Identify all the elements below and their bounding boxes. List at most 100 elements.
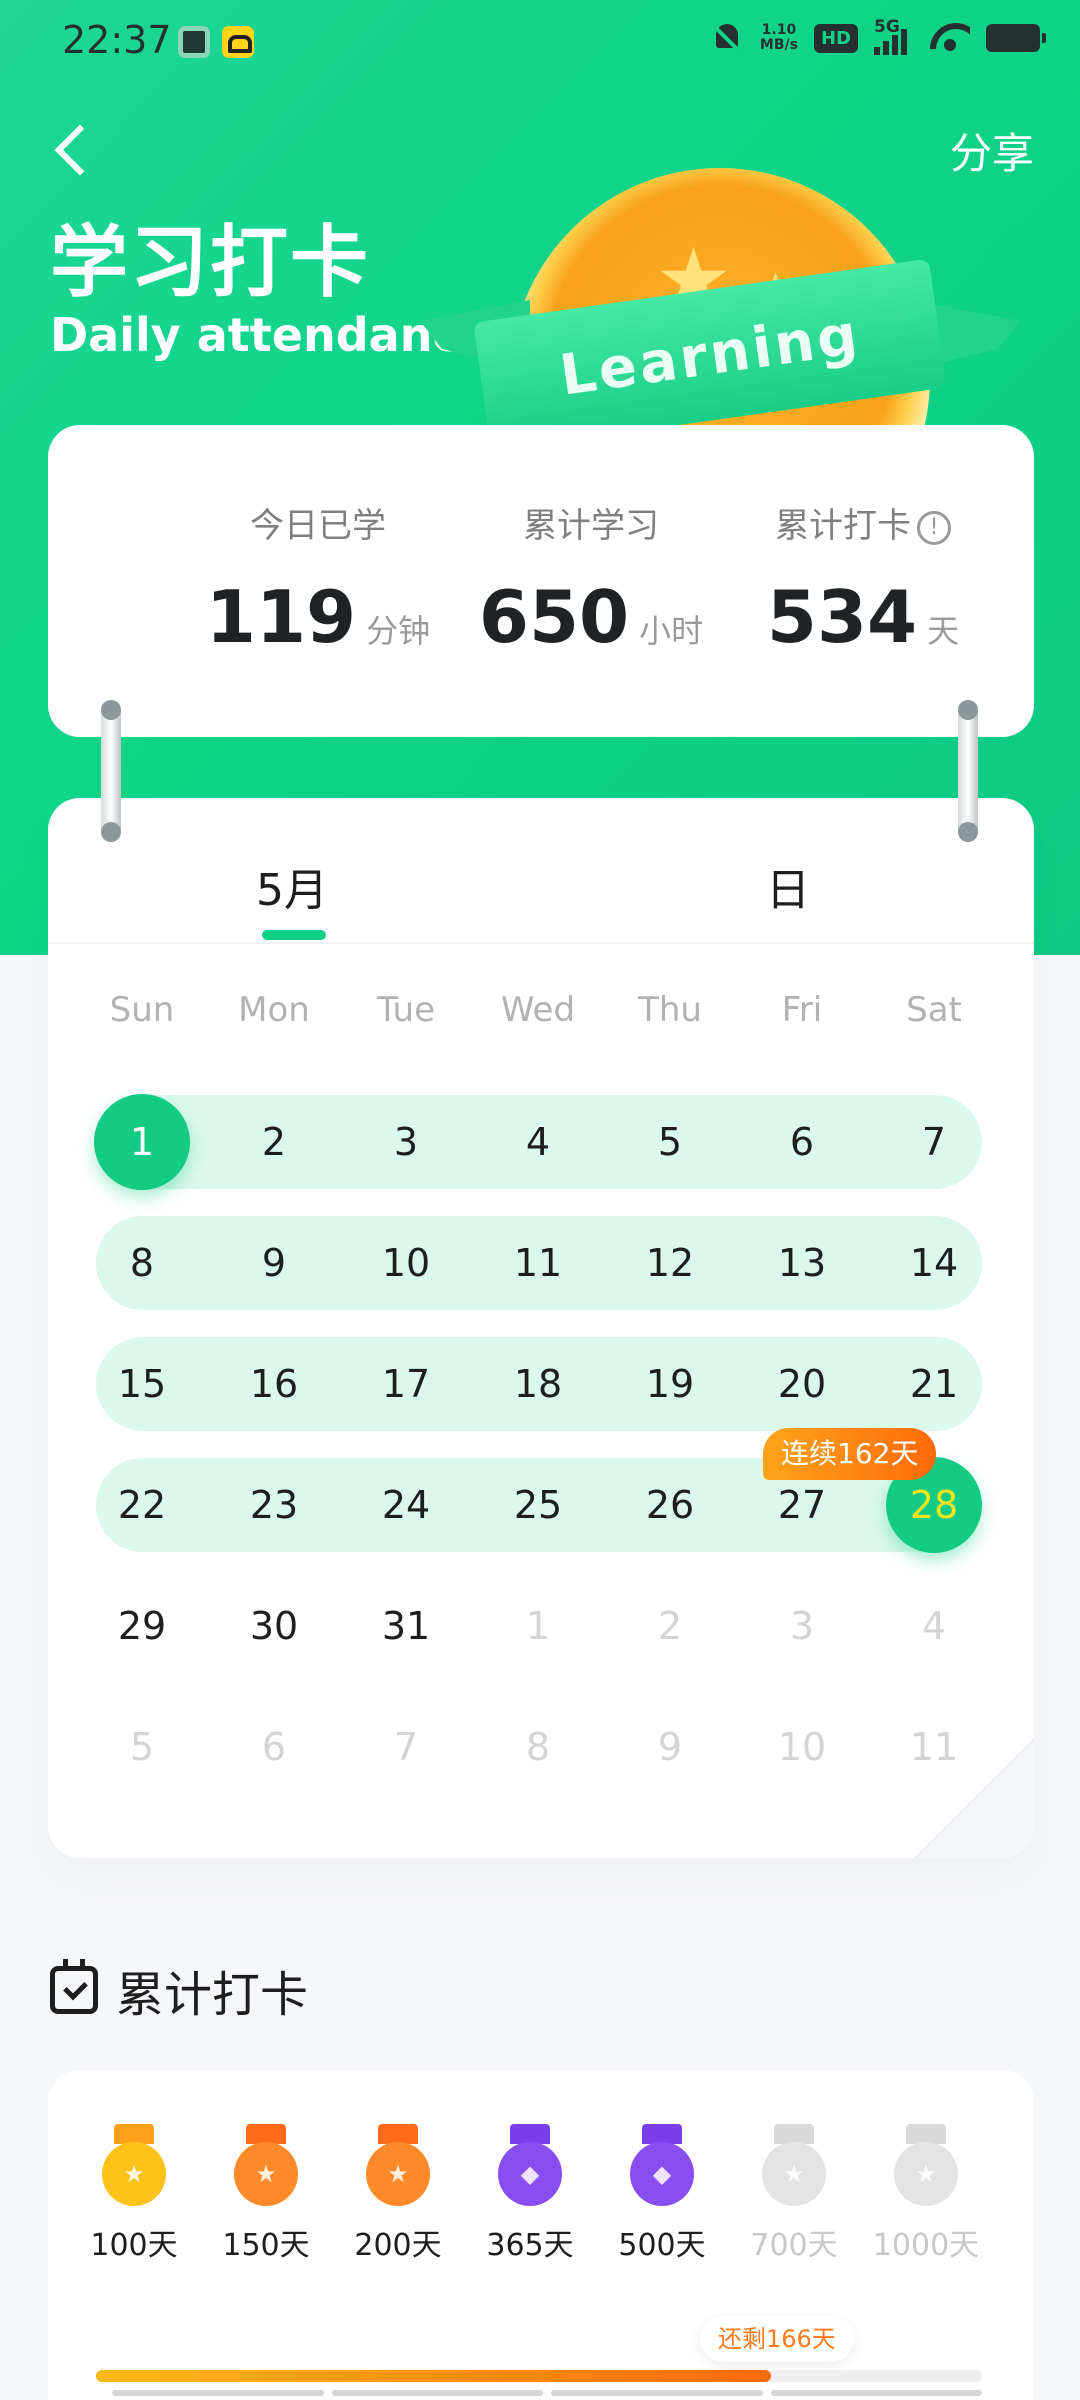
calendar-check-icon xyxy=(50,1959,98,2014)
stat-value: 119 xyxy=(205,575,357,659)
calendar-day[interactable]: 17 xyxy=(340,1337,472,1431)
info-icon[interactable]: ! xyxy=(917,510,951,545)
calendar-day[interactable]: 31 xyxy=(340,1579,472,1673)
calendar-day[interactable]: 2 xyxy=(604,1579,736,1673)
signal-5g-icon: 5G xyxy=(874,17,914,55)
weekday-wed: Wed xyxy=(500,990,576,1030)
calendar-day[interactable]: 18 xyxy=(472,1337,604,1431)
milestone-2[interactable]: 150天 xyxy=(200,2124,332,2264)
calendar-day[interactable]: 19 xyxy=(604,1337,736,1431)
calendar-day[interactable]: 8 xyxy=(76,1216,208,1310)
calendar-day[interactable]: 7 xyxy=(868,1095,1000,1189)
calendar-day[interactable]: 21 xyxy=(868,1337,1000,1431)
milestone-label: 365天 xyxy=(486,2228,574,2263)
stat-label: 累计学习 xyxy=(523,506,659,546)
calendar-day[interactable]: 30 xyxy=(208,1579,340,1673)
stats-card: 今日已学 119 分钟 累计学习 650 小时 累计打卡! 534 天 xyxy=(48,425,1034,737)
wifi-icon xyxy=(930,23,970,53)
stat-value-row: 650 小时 xyxy=(441,575,741,659)
hd-icon: HD xyxy=(813,23,858,53)
stat-label-text: 累计打卡 xyxy=(775,506,911,546)
calendar-day[interactable]: 10 xyxy=(736,1700,868,1794)
milestone-4[interactable]: 365天 xyxy=(464,2124,596,2264)
tab-day[interactable]: 日 xyxy=(766,854,810,918)
stat-label: 累计打卡! xyxy=(713,498,1013,547)
calendar-day[interactable]: 24 xyxy=(340,1458,472,1552)
car-app-icon xyxy=(222,26,254,58)
calendar-day[interactable]: 5 xyxy=(76,1700,208,1794)
calendar-day[interactable]: 9 xyxy=(604,1700,736,1794)
streak-badge: 连续162天 xyxy=(763,1428,937,1480)
stat-value: 534 xyxy=(766,575,918,659)
mute-bell-icon xyxy=(710,20,744,56)
calendar-day[interactable]: 7 xyxy=(340,1700,472,1794)
calendar-day[interactable]: 8 xyxy=(472,1700,604,1794)
calendar-day[interactable]: 16 xyxy=(208,1337,340,1431)
milestone-1[interactable]: 100天 xyxy=(68,2124,200,2264)
network-speed: 1.10 MB/s xyxy=(760,23,798,53)
milestone-5[interactable]: 500天 xyxy=(596,2124,728,2264)
calendar-day[interactable]: 3 xyxy=(736,1579,868,1673)
star-medal-icon xyxy=(102,2124,166,2210)
status-indicators: 1.10 MB/s HD 5G xyxy=(710,17,1046,56)
weekday-thu: Thu xyxy=(638,990,702,1030)
calendar-day[interactable]: 6 xyxy=(208,1700,340,1794)
app-notification-icon xyxy=(178,26,210,58)
status-bar: 22:37 1.10 MB/s HD 5G xyxy=(0,0,1080,86)
stat-value: 650 xyxy=(478,575,630,659)
battery-icon xyxy=(986,24,1046,52)
calendar-day[interactable]: 25 xyxy=(472,1458,604,1552)
calendar-day[interactable]: 11 xyxy=(472,1216,604,1310)
calendar-day[interactable]: 23 xyxy=(208,1458,340,1552)
progress-segments xyxy=(112,2390,982,2398)
binder-ring-right xyxy=(958,700,978,842)
calendar-day[interactable]: 6 xyxy=(736,1095,868,1189)
calendar-day[interactable]: 20 xyxy=(736,1337,868,1431)
milestone-label: 1000天 xyxy=(872,2228,980,2263)
stat-unit: 分钟 xyxy=(366,612,431,650)
calendar-day[interactable]: 14 xyxy=(868,1216,1000,1310)
calendar-day[interactable]: 12 xyxy=(604,1216,736,1310)
weekday-sat: Sat xyxy=(906,990,962,1030)
calendar-day[interactable]: 29 xyxy=(76,1579,208,1673)
milestone-label: 100天 xyxy=(90,2228,178,2263)
milestone-7[interactable]: 1000天 xyxy=(860,2124,992,2264)
tab-month[interactable]: 5月 xyxy=(256,854,328,918)
learning-medal-illustration: ★ ★ ★ Learning xyxy=(420,150,1020,430)
calendar-card: 5月 日 Sun Mon Tue Wed Thu Fri Sat 1 2 3 4 5 6 7 8 9 10 11… xyxy=(48,798,1034,1858)
star-medal-icon xyxy=(762,2124,826,2210)
calendar-day[interactable]: 10 xyxy=(340,1216,472,1310)
calendar-day[interactable]: 1 xyxy=(76,1095,208,1189)
calendar-day[interactable]: 26 xyxy=(604,1458,736,1552)
milestone-progress-fill xyxy=(96,2370,772,2382)
tab-indicator xyxy=(262,930,326,940)
calendar-day[interactable]: 13 xyxy=(736,1216,868,1310)
stat-unit: 小时 xyxy=(639,612,704,650)
calendar-day[interactable]: 15 xyxy=(76,1337,208,1431)
weekday-fri: Fri xyxy=(781,990,823,1030)
stat-value-row: 119 分钟 xyxy=(168,575,468,659)
calendar-day[interactable]: 4 xyxy=(472,1095,604,1189)
star-medal-icon xyxy=(366,2124,430,2210)
stat-value-row: 534 天 xyxy=(713,575,1013,659)
milestone-3[interactable]: 200天 xyxy=(332,2124,464,2264)
milestone-label: 700天 xyxy=(750,2228,838,2263)
calendar-day[interactable]: 22 xyxy=(76,1458,208,1552)
calendar-day[interactable]: 1 xyxy=(472,1579,604,1673)
calendar-day[interactable]: 2 xyxy=(208,1095,340,1189)
calendar-day[interactable]: 9 xyxy=(208,1216,340,1310)
calendar-day[interactable]: 4 xyxy=(868,1579,1000,1673)
diamond-medal-icon xyxy=(498,2124,562,2210)
milestone-6[interactable]: 700天 xyxy=(728,2124,860,2264)
page-title: 学习打卡 xyxy=(50,218,371,308)
back-button[interactable] xyxy=(50,118,100,188)
star-medal-icon xyxy=(234,2124,298,2210)
calendar-day[interactable]: 11 xyxy=(868,1700,1000,1794)
calendar-day[interactable]: 3 xyxy=(340,1095,472,1189)
diamond-medal-icon xyxy=(630,2124,694,2210)
status-time: 22:37 xyxy=(62,18,172,62)
milestone-progress-track xyxy=(96,2370,982,2382)
stat-label: 今日已学 xyxy=(250,506,386,546)
milestone-card: 100天 150天 200天 365天 500天 700天 1000天 还剩166天 xyxy=(48,2070,1034,2400)
calendar-day[interactable]: 5 xyxy=(604,1095,736,1189)
